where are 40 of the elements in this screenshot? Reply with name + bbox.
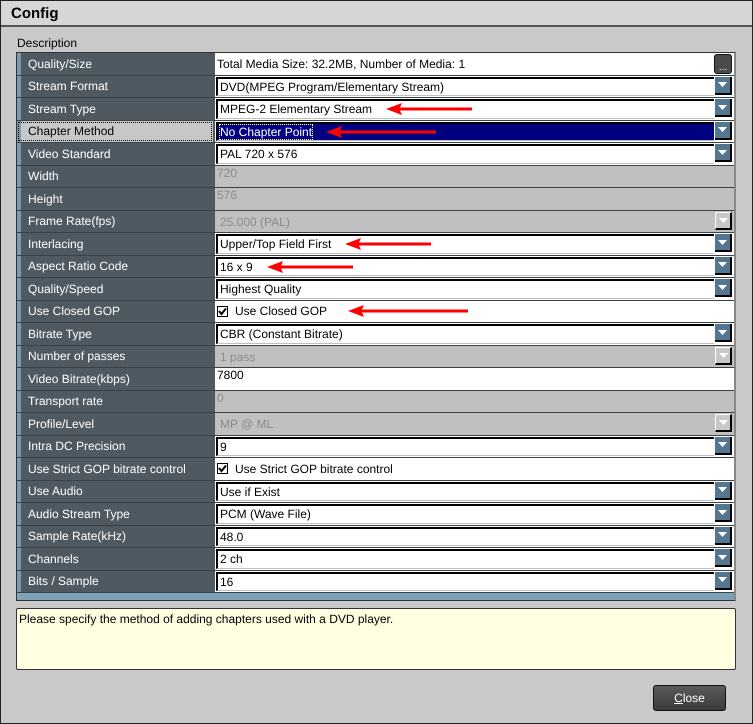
dropdown-arrow-icon[interactable]	[718, 442, 727, 447]
window-title: Config	[11, 4, 58, 22]
dropdown-arrow-icon[interactable]	[718, 510, 727, 514]
dropdown-arrow-icon[interactable]	[718, 554, 727, 560]
browse-button[interactable]: ...	[714, 54, 732, 74]
close-button[interactable]: Close	[653, 685, 726, 711]
dropdown-field[interactable]: 16	[216, 572, 714, 591]
value-text: Total Media Size: 32.2MB, Number of Media: 1	[216, 56, 466, 73]
dropdown-arrow-icon[interactable]	[718, 284, 727, 290]
dropdown-field[interactable]: 9	[216, 436, 714, 456]
dropdown-arrow-icon[interactable]	[718, 82, 727, 87]
dropdown-field[interactable]: PAL 720 x 576	[216, 144, 714, 164]
dropdown-arrow-icon[interactable]	[718, 262, 727, 267]
dropdown-field[interactable]: Upper/Top Field First	[216, 234, 714, 254]
property-label[interactable]: Chapter Method	[17, 120, 213, 142]
dropdown-field[interactable]: MPEG-2 Elementary Stream	[216, 99, 714, 118]
dropdown-arrow-icon[interactable]	[718, 487, 727, 492]
dropdown-field[interactable]: PCM (Wave File)	[216, 504, 714, 524]
dropdown-field[interactable]: Use if Exist	[216, 482, 714, 501]
dropdown-field[interactable]: 16 x 9	[216, 256, 714, 276]
dropdown-field[interactable]: DVD(MPEG Program/Elementary Stream)	[216, 76, 714, 96]
dropdown-arrow-icon[interactable]	[718, 150, 727, 154]
checkbox[interactable]	[217, 463, 228, 474]
dropdown-arrow-icon[interactable]	[718, 577, 727, 582]
dropdown-arrow-icon[interactable]	[718, 127, 727, 132]
dropdown-arrow-icon[interactable]	[718, 240, 727, 244]
checkbox-label: Use Strict GOP bitrate control	[235, 462, 393, 476]
dropdown-arrow-icon[interactable]	[718, 104, 727, 110]
dropdown-field[interactable]: Highest Quality	[216, 279, 714, 298]
description-text: Please specify the method of adding chapters used with a DVD player.	[16, 608, 736, 670]
dropdown-arrow-icon[interactable]	[718, 532, 727, 537]
dropdown-field[interactable]: No Chapter Point	[216, 122, 714, 141]
dropdown-field[interactable]: 48.0	[216, 526, 714, 546]
dropdown-field[interactable]: CBR (Constant Bitrate)	[216, 324, 714, 344]
dropdown-arrow-icon[interactable]	[718, 330, 727, 334]
dropdown-field[interactable]: 2 ch	[216, 549, 714, 568]
checkbox-label: Use Closed GOP	[235, 304, 328, 318]
checkbox[interactable]	[217, 306, 228, 317]
input-field[interactable]: 7800	[215, 368, 734, 390]
group-label: Description	[17, 36, 78, 50]
